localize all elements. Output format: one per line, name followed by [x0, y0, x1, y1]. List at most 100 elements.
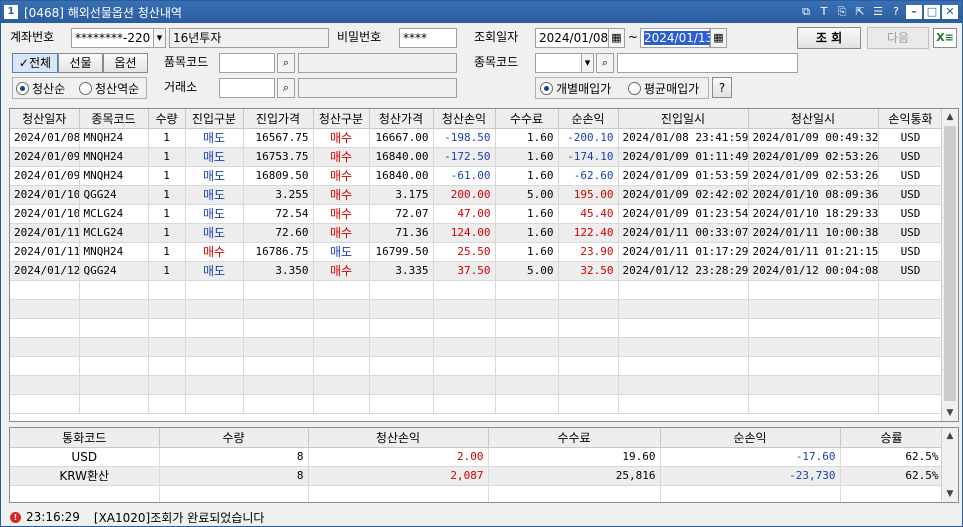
scroll-thumb[interactable]: [944, 126, 956, 401]
calendar-icon[interactable]: ▦: [710, 28, 727, 48]
column-header[interactable]: 수수료: [495, 109, 559, 129]
item-code-input[interactable]: [535, 53, 583, 73]
scroll-up-icon[interactable]: ▲: [942, 428, 958, 444]
column-header[interactable]: 청산구분: [313, 109, 370, 129]
column-header[interactable]: 순손익: [660, 428, 841, 448]
search-icon[interactable]: ⌕: [277, 53, 295, 73]
table-cell: 2024/01/09 02:53:26: [748, 166, 879, 186]
segment-futures[interactable]: 선물: [58, 53, 103, 73]
individual-price-option[interactable]: 개별매입가: [540, 78, 611, 98]
table-cell: [433, 356, 496, 376]
excel-icon[interactable]: X≡: [933, 28, 957, 48]
list-icon[interactable]: ☰: [870, 4, 886, 20]
main-vertical-scrollbar[interactable]: ▲ ▼: [941, 109, 958, 421]
date-to-input[interactable]: 2024/01/13: [640, 28, 714, 48]
product-code-input[interactable]: [219, 53, 275, 73]
maximize-icon[interactable]: □: [924, 5, 940, 19]
summary-row[interactable]: [10, 485, 944, 502]
minimize-icon[interactable]: –: [906, 5, 922, 19]
table-cell: [148, 337, 186, 357]
table-cell: [243, 299, 314, 319]
table-row[interactable]: 2024/01/08 MNQH24 1 매도 16567.75 매수 16667.00 -19…: [10, 128, 944, 148]
item-dropdown-icon[interactable]: ▾: [581, 53, 594, 73]
average-price-option[interactable]: 평균매입가: [628, 78, 699, 98]
table-cell: 2024/01/09 00:49:32: [748, 128, 879, 148]
table-row[interactable]: 2024/01/12 QGG24 1 매도 3.350 매수 3.335 37.50 5.00 3…: [10, 261, 944, 281]
individual-price-label: 개별매입가: [556, 81, 612, 96]
column-header[interactable]: 진입구분: [185, 109, 244, 129]
table-cell: 47.00: [433, 204, 496, 224]
table-cell: USD: [878, 128, 944, 148]
table-row[interactable]: 2024/01/09 MNQH24 1 매도 16753.75 매수 16840.00 -17…: [10, 147, 944, 167]
column-header[interactable]: 수량: [159, 428, 309, 448]
table-cell: 122.40: [558, 223, 619, 243]
table-cell: 2024/01/10: [10, 204, 80, 224]
table-row[interactable]: [10, 299, 944, 319]
table-row[interactable]: 2024/01/10 QGG24 1 매도 3.255 매수 3.175 200.00 5.00…: [10, 185, 944, 205]
link-icon[interactable]: ⧉: [798, 4, 814, 20]
password-input[interactable]: ****: [399, 28, 457, 48]
summary-cell: 8: [159, 466, 309, 486]
calendar-icon[interactable]: ▦: [608, 28, 625, 48]
exchange-input[interactable]: [219, 78, 275, 98]
table-row[interactable]: [10, 394, 944, 414]
table-cell: 매수: [313, 261, 370, 281]
column-header[interactable]: 손익통화: [878, 109, 944, 129]
column-header[interactable]: 종목코드: [79, 109, 149, 129]
table-row[interactable]: [10, 375, 944, 395]
text-icon[interactable]: T: [816, 4, 832, 20]
query-button[interactable]: 조 회: [797, 27, 861, 49]
column-header[interactable]: 진입가격: [243, 109, 314, 129]
column-header[interactable]: 청산일시: [748, 109, 879, 129]
column-header[interactable]: 수량: [148, 109, 186, 129]
table-cell: [618, 394, 749, 414]
table-row[interactable]: [10, 337, 944, 357]
sort-by-close[interactable]: 청산순: [16, 78, 65, 98]
help-icon[interactable]: ?: [888, 4, 904, 20]
column-header[interactable]: 통화코드: [10, 428, 160, 448]
scroll-down-icon[interactable]: ▼: [942, 405, 958, 421]
table-row[interactable]: [10, 356, 944, 376]
date-from-input[interactable]: 2024/01/08: [535, 28, 609, 48]
next-button[interactable]: 다음: [867, 27, 929, 49]
copy-icon[interactable]: ⎘: [834, 4, 850, 20]
segment-options[interactable]: 옵션: [103, 53, 148, 73]
account-input[interactable]: ********-220: [71, 28, 155, 48]
table-cell: [313, 299, 370, 319]
search-icon[interactable]: ⌕: [277, 78, 295, 98]
table-row[interactable]: 2024/01/11 MCLG24 1 매도 72.60 매수 71.36 124.00 1.6…: [10, 223, 944, 243]
column-header[interactable]: 승률: [840, 428, 944, 448]
table-cell: [433, 337, 496, 357]
column-header[interactable]: 청산손익: [433, 109, 496, 129]
column-header[interactable]: 청산손익: [308, 428, 489, 448]
column-header[interactable]: 진입일시: [618, 109, 749, 129]
scroll-up-icon[interactable]: ▲: [942, 109, 958, 125]
summary-vertical-scrollbar[interactable]: ▲ ▼: [941, 428, 958, 502]
search-icon[interactable]: ⌕: [596, 53, 614, 73]
table-cell: USD: [878, 261, 944, 281]
table-cell: [433, 394, 496, 414]
table-cell: 2024/01/10: [10, 185, 80, 205]
table-cell: [243, 356, 314, 376]
table-row[interactable]: 2024/01/09 MNQH24 1 매도 16809.50 매수 16840.00 -61…: [10, 166, 944, 186]
table-cell: 1.60: [495, 166, 559, 186]
segment-all[interactable]: ✓전체: [12, 53, 58, 73]
table-cell: [495, 375, 559, 395]
table-row[interactable]: [10, 318, 944, 338]
summary-row[interactable]: KRW환산 8 2,087 25,816 -23,730 62.5%: [10, 466, 944, 486]
help-button[interactable]: ?: [712, 77, 732, 98]
column-header[interactable]: 청산가격: [369, 109, 434, 129]
scroll-down-icon[interactable]: ▼: [942, 486, 958, 502]
table-row[interactable]: 2024/01/10 MCLG24 1 매도 72.54 매수 72.07 47.00 1.60…: [10, 204, 944, 224]
column-header[interactable]: 청산일자: [10, 109, 80, 129]
column-header[interactable]: 순손익: [558, 109, 619, 129]
table-row[interactable]: 2024/01/11 MNQH24 1 매수 16786.75 매도 16799.50 25.…: [10, 242, 944, 262]
export-icon[interactable]: ⇱: [852, 4, 868, 20]
account-dropdown-icon[interactable]: ▾: [153, 28, 166, 48]
table-cell: 매도: [185, 204, 244, 224]
close-icon[interactable]: ✕: [942, 5, 958, 19]
sort-by-close-reverse[interactable]: 청산역순: [79, 78, 139, 98]
column-header[interactable]: 수수료: [488, 428, 661, 448]
table-row[interactable]: [10, 280, 944, 300]
summary-row[interactable]: USD 8 2.00 19.60 -17.60 62.5%: [10, 447, 944, 467]
